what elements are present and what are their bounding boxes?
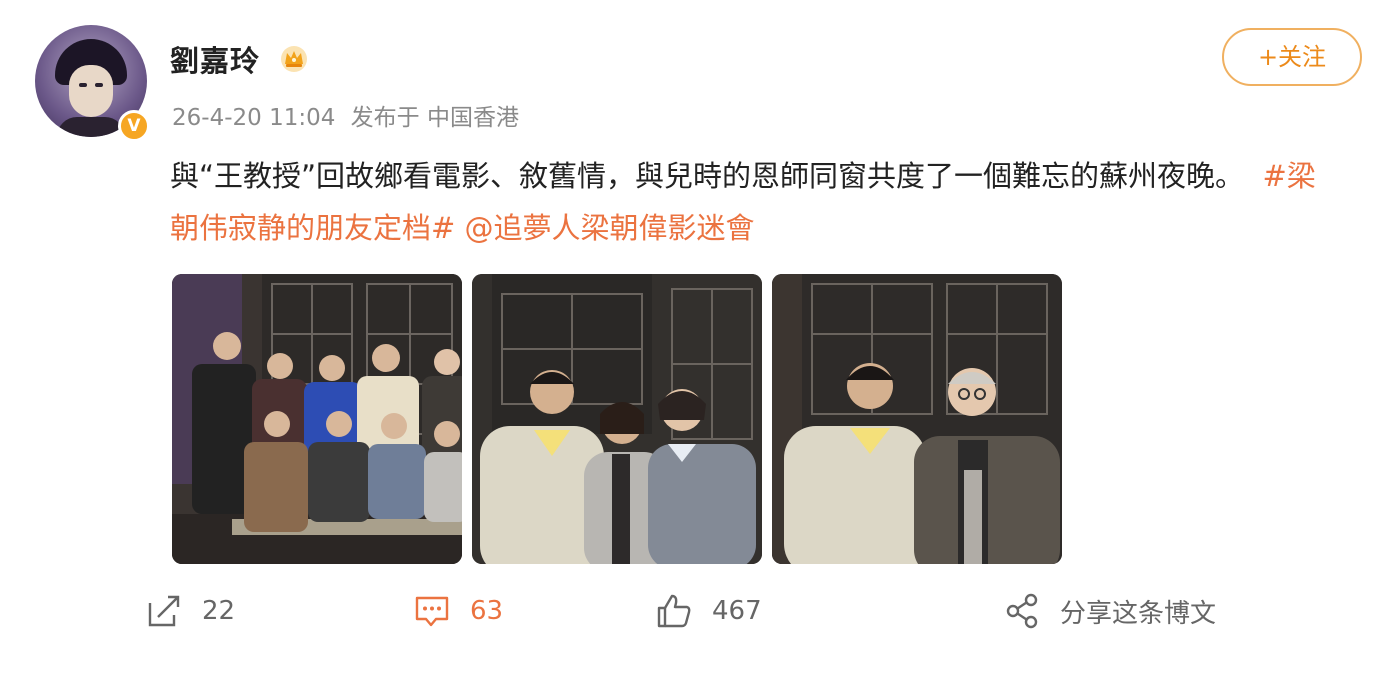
share-icon: [1006, 593, 1038, 629]
repost-count: 22: [202, 596, 236, 626]
repost-icon: [148, 595, 180, 627]
post-text: 與“王教授”回故鄉看電影、敘舊情，與兒時的恩師同窗共度了一個難忘的蘇州夜晚。 #…: [170, 150, 1340, 254]
post-meta: 26-4-20 11:04 发布于 中国香港: [172, 98, 527, 132]
crown-icon: [281, 46, 307, 72]
user-name[interactable]: 劉嘉玲: [170, 38, 260, 80]
avatar-body: [57, 117, 125, 137]
follow-button[interactable]: +关注: [1222, 28, 1362, 86]
verified-badge-icon: V: [118, 110, 150, 142]
like-count: 467: [712, 596, 762, 626]
avatar-eye-left: [79, 83, 87, 87]
post-image-2[interactable]: [472, 274, 762, 564]
comment-button[interactable]: 63: [414, 590, 503, 632]
comment-count: 63: [470, 596, 504, 626]
share-post-button[interactable]: 分享这条博文: [1004, 590, 1216, 632]
post-body-text: 與“王教授”回故鄉看電影、敘舊情，與兒時的恩師同窗共度了一個難忘的蘇州夜晚。: [170, 159, 1245, 193]
avatar-face: [69, 65, 113, 117]
post-image-1[interactable]: [172, 274, 462, 564]
avatar-eye-right: [95, 83, 103, 87]
like-icon: [657, 594, 691, 628]
like-button[interactable]: 467: [656, 590, 762, 632]
post-timestamp[interactable]: 26-4-20 11:04: [172, 105, 335, 131]
post-image-3[interactable]: [772, 274, 1062, 564]
share-post-label: 分享这条博文: [1060, 598, 1217, 629]
mention-link[interactable]: @追夢人梁朝偉影迷會: [465, 211, 755, 245]
repost-button[interactable]: 22: [146, 590, 235, 632]
post-source: 发布于 中国香港: [350, 105, 519, 131]
comment-icon: [415, 596, 449, 627]
